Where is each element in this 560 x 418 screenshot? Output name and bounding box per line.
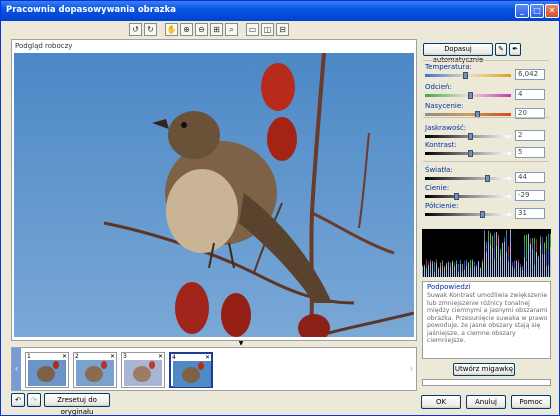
slider-thumb[interactable]	[479, 211, 485, 218]
actual-size-icon[interactable]: ⌕	[225, 23, 238, 36]
thumb-number: 3	[123, 353, 127, 360]
slider-track[interactable]	[425, 195, 511, 198]
filmstrip-thumb[interactable]: 1 ✕	[25, 352, 69, 388]
thumb-image	[28, 360, 66, 386]
slider-thumb[interactable]	[467, 133, 473, 140]
slider-value-field[interactable]: 4	[515, 89, 545, 100]
preview-photo[interactable]	[14, 53, 414, 337]
auto-fit-button[interactable]: Dopasuj automatycznie	[423, 43, 493, 64]
window-title: Pracownia dopasowywania obrazka	[6, 5, 177, 15]
eyedropper-white-icon[interactable]: ✎	[495, 43, 507, 56]
slider-label: Temperatura:	[425, 63, 472, 71]
thumb-number: 1	[27, 353, 31, 360]
divider	[423, 117, 549, 118]
slider-label: Nasycenie:	[425, 102, 464, 110]
slider-value-field[interactable]: -29	[515, 190, 545, 201]
thumb-close-icon[interactable]: ✕	[158, 353, 163, 360]
filmstrip-thumb[interactable]: 2 ✕	[73, 352, 117, 388]
slider-label: Cienie:	[425, 184, 450, 192]
slider-thumb[interactable]	[463, 72, 469, 79]
filmstrip: ‹ 1 ✕ 2 ✕ 3 ✕ 4 ✕ ›	[11, 347, 417, 391]
thumb-number: 2	[75, 353, 79, 360]
filmstrip-thumb-selected[interactable]: 4 ✕	[169, 352, 213, 388]
single-view-icon[interactable]: ▭	[246, 23, 259, 36]
slider-thumb[interactable]	[467, 150, 473, 157]
filmstrip-next-button[interactable]: ›	[407, 348, 416, 390]
progress-bar	[422, 379, 551, 386]
thumb-image	[124, 360, 162, 386]
minimize-button[interactable]: _	[515, 4, 529, 18]
thumb-close-icon[interactable]: ✕	[110, 353, 115, 360]
fit-icon[interactable]: ⊞	[210, 23, 223, 36]
histogram	[422, 229, 551, 277]
hint-text: Suwak Kontrast umożliwia zwiększenie lub…	[427, 292, 548, 344]
slider-value-field[interactable]: 31	[515, 208, 545, 219]
slider-value-field[interactable]: 5	[515, 147, 545, 158]
split-vertical-icon[interactable]: ◫	[261, 23, 274, 36]
redo-button[interactable]: ↷	[27, 393, 41, 407]
slider-thumb[interactable]	[467, 92, 473, 99]
hint-panel: Podpowiedzi Suwak Kontrast umożliwia zwi…	[422, 281, 551, 359]
divider	[423, 60, 549, 61]
slider-label: Kontrast:	[425, 141, 457, 149]
maximize-button[interactable]: □	[530, 4, 544, 18]
slider-track[interactable]	[425, 213, 511, 216]
slider-value-field[interactable]: 6,042	[515, 69, 545, 80]
slider-track[interactable]	[425, 177, 511, 180]
ok-button[interactable]: OK	[421, 395, 461, 409]
filmstrip-thumb[interactable]: 3 ✕	[121, 352, 165, 388]
reset-to-original-button[interactable]: Zresetuj do oryginału	[44, 393, 110, 416]
create-snapshot-button[interactable]: Utwórz migawkę	[453, 363, 515, 376]
thumb-number: 4	[172, 354, 176, 361]
filmstrip-prev-button[interactable]: ‹	[12, 348, 21, 390]
histogram-graph	[422, 229, 551, 277]
slider-value-field[interactable]: 44	[515, 172, 545, 183]
rotate-right-icon[interactable]: ↻	[144, 23, 157, 36]
slider-label: Światła:	[425, 166, 453, 174]
hand-icon[interactable]: ✋	[165, 23, 178, 36]
slider-label: Odcień:	[425, 83, 452, 91]
adjustment-studio-window: Pracownia dopasowywania obrazka _ □ ✕ ↺ …	[0, 0, 560, 416]
thumb-close-icon[interactable]: ✕	[205, 354, 210, 361]
adjustment-panel: Dopasuj automatycznie ✎ ✒ Temperatura: 6,…	[421, 39, 551, 227]
zoom-in-icon[interactable]: ⊕	[180, 23, 193, 36]
preview-label: Podgląd roboczy	[15, 42, 73, 50]
close-button[interactable]: ✕	[545, 4, 559, 18]
undo-button[interactable]: ↶	[11, 393, 25, 407]
slider-value-field[interactable]: 2	[515, 130, 545, 141]
title-bar[interactable]: Pracownia dopasowywania obrazka _ □ ✕	[1, 1, 559, 21]
split-horizontal-icon[interactable]: ⊟	[276, 23, 289, 36]
thumb-image	[76, 360, 114, 386]
slider-label: Jaskrawość:	[425, 124, 467, 132]
help-button[interactable]: Pomoc	[511, 395, 551, 409]
slider-thumb[interactable]	[484, 175, 490, 182]
eyedropper-black-icon[interactable]: ✒	[509, 43, 521, 56]
rotate-left-icon[interactable]: ↺	[129, 23, 142, 36]
cancel-button[interactable]: Anuluj	[466, 395, 506, 409]
zoom-out-icon[interactable]: ⊖	[195, 23, 208, 36]
preview-frame: Podgląd roboczy	[11, 39, 417, 341]
slider-label: Półcienie:	[425, 202, 459, 210]
thumb-close-icon[interactable]: ✕	[62, 353, 67, 360]
bird-photo-image	[14, 53, 414, 337]
divider	[423, 161, 549, 162]
toolbar: ↺ ↻ ✋ ⊕ ⊖ ⊞ ⌕ ▭ ◫ ⊟	[1, 21, 559, 39]
slider-thumb[interactable]	[453, 193, 459, 200]
hint-title: Podpowiedzi	[427, 283, 471, 291]
thumb-image	[173, 361, 211, 387]
slider-track[interactable]	[425, 113, 511, 116]
